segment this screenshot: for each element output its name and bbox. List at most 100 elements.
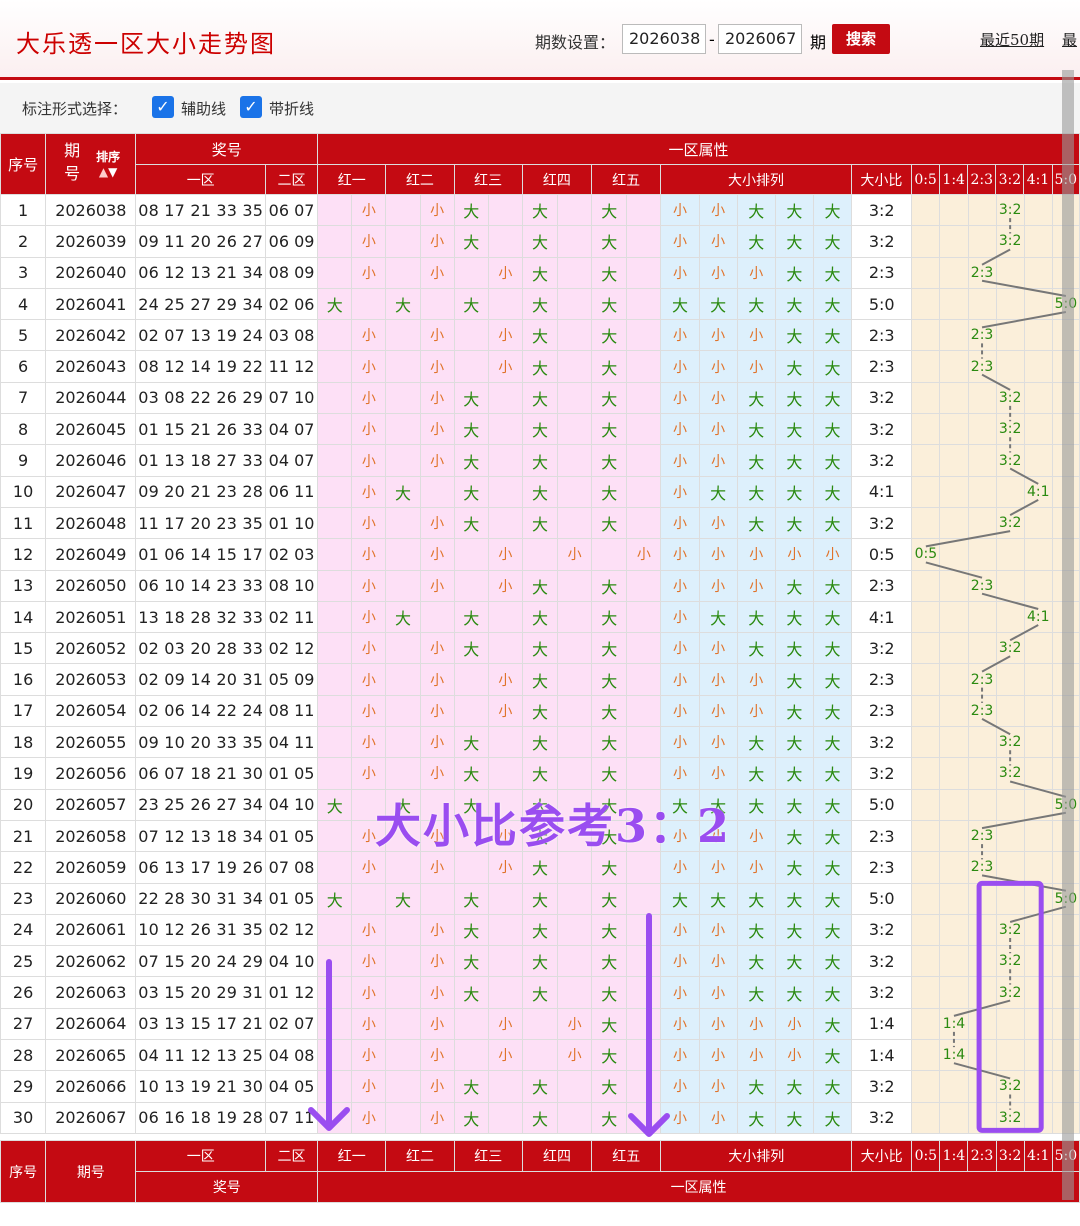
period-label: 期数设置： — [535, 33, 616, 52]
red-empty — [557, 1101, 593, 1134]
ratio-empty — [911, 256, 941, 289]
arrangement-mark: 小 — [660, 632, 700, 665]
row-qi: 2026055 — [45, 726, 137, 759]
red-big-mark: 大 — [521, 632, 559, 665]
row-seq: 1 — [0, 193, 47, 227]
red-big-mark: 大 — [591, 600, 628, 634]
arrangement-mark: 小 — [660, 663, 700, 696]
red-big-mark: 大 — [453, 788, 489, 821]
row-qi: 2026051 — [45, 600, 137, 634]
row-zone2: 04 07 — [264, 444, 319, 477]
arrangement-mark: 大 — [774, 913, 814, 947]
table-row: 26 2026063 03 15 20 29 31 01 12 小小大大大小小大大大 3:… — [0, 976, 1080, 1009]
aux-line-checkbox[interactable]: ✓ — [152, 96, 174, 118]
col-r32: 3:2 — [995, 164, 1025, 195]
red-empty — [626, 287, 662, 321]
red-empty — [317, 819, 353, 853]
row-zone1: 13 18 28 32 33 — [135, 600, 266, 634]
red-empty — [317, 976, 353, 1009]
ratio-empty — [939, 913, 969, 947]
row-zone2: 06 11 — [264, 475, 319, 508]
period-from-input[interactable]: 2026038 — [622, 24, 706, 54]
row-zone2: 08 10 — [264, 569, 319, 602]
arrangement-mark: 小 — [698, 1070, 738, 1103]
red-empty — [487, 193, 523, 227]
table-row: 28 2026065 04 11 12 13 25 04 08 小小小小大小小小小大 1:… — [0, 1039, 1080, 1072]
vertical-scrollbar[interactable] — [1062, 70, 1074, 1200]
red-big-mark: 大 — [521, 913, 559, 947]
row-qi: 2026046 — [45, 444, 137, 477]
row-ratio: 2:3 — [851, 319, 913, 352]
row-zone1: 06 13 17 19 26 — [135, 851, 266, 884]
red-big-mark: 大 — [453, 882, 489, 915]
red-empty — [487, 788, 523, 821]
red-empty — [453, 350, 489, 383]
col-ratio: 大小比 — [850, 164, 913, 195]
red-small-mark: 小 — [487, 1039, 523, 1072]
red-big-mark: 大 — [521, 319, 559, 352]
page-bottom — [0, 1204, 1080, 1226]
arrangement-mark: 小 — [660, 319, 700, 352]
red-empty — [317, 1039, 353, 1072]
row-ratio: 2:3 — [851, 569, 913, 602]
red-small-mark: 小 — [351, 444, 387, 477]
col-qi[interactable]: 期号 排序 ▲▼ — [45, 133, 137, 195]
foot-qi: 期号 — [45, 1140, 137, 1203]
red-empty — [317, 600, 353, 634]
red-small-mark: 小 — [351, 945, 387, 978]
arrangement-mark: 小 — [736, 319, 776, 352]
red-big-mark: 大 — [521, 444, 559, 477]
row-zone1: 11 17 20 23 35 — [135, 506, 266, 540]
red-empty — [317, 319, 353, 352]
red-big-mark: 大 — [521, 757, 559, 790]
red-small-mark: 小 — [419, 538, 455, 571]
fold-line-checkbox[interactable]: ✓ — [240, 96, 262, 118]
sort-toggle[interactable]: 排序 ▲▼ — [96, 148, 120, 179]
ratio-empty — [995, 663, 1025, 696]
ratio-mark: 3:2 — [995, 193, 1025, 227]
row-zone1: 03 08 22 26 29 — [135, 381, 266, 415]
arrangement-mark: 小 — [736, 538, 776, 571]
recent-more-link[interactable]: 最 — [1062, 29, 1077, 50]
red-empty — [557, 913, 593, 947]
red-empty — [351, 788, 387, 821]
arrangement-mark: 大 — [812, 1039, 853, 1072]
red-big-mark: 大 — [453, 287, 489, 321]
red-empty — [626, 663, 662, 696]
arrangement-mark: 大 — [774, 694, 814, 728]
period-to-input[interactable]: 2026067 — [718, 24, 802, 54]
red-empty — [626, 569, 662, 602]
arrangement-mark: 大 — [698, 788, 738, 821]
arrangement-mark: 小 — [660, 600, 700, 634]
foot-red4: 红四 — [521, 1140, 593, 1172]
ratio-empty — [1023, 1101, 1053, 1134]
arrangement-mark: 大 — [812, 1101, 853, 1134]
arrangement-mark: 大 — [812, 475, 853, 508]
ratio-empty — [1023, 319, 1053, 352]
red-big-mark: 大 — [453, 600, 489, 634]
row-qi: 2026043 — [45, 350, 137, 383]
red-empty — [317, 851, 353, 884]
arrangement-mark: 大 — [660, 287, 700, 321]
row-ratio: 3:2 — [851, 726, 913, 759]
red-empty — [351, 287, 387, 321]
row-zone1: 07 15 20 24 29 — [135, 945, 266, 978]
col-zone2: 二区 — [264, 164, 319, 195]
ratio-mark: 2:3 — [967, 851, 997, 884]
ratio-empty — [939, 350, 969, 383]
red-empty — [557, 193, 593, 227]
row-zone2: 04 11 — [264, 726, 319, 759]
ratio-empty — [995, 1039, 1025, 1072]
search-button[interactable]: 搜索 — [832, 24, 890, 54]
red-empty — [385, 413, 421, 446]
ratio-empty — [911, 976, 941, 1009]
table-row: 7 2026044 03 08 22 26 29 07 10 小小大大大小小大大大 3:2… — [0, 381, 1080, 415]
recent-50-link[interactable]: 最近50期 — [980, 29, 1044, 50]
red-empty — [626, 851, 662, 884]
row-ratio: 3:2 — [851, 413, 913, 446]
ratio-empty — [911, 819, 941, 853]
red-empty — [317, 1007, 353, 1041]
row-zone2: 02 12 — [264, 632, 319, 665]
red-empty — [626, 506, 662, 540]
red-empty — [385, 945, 421, 978]
